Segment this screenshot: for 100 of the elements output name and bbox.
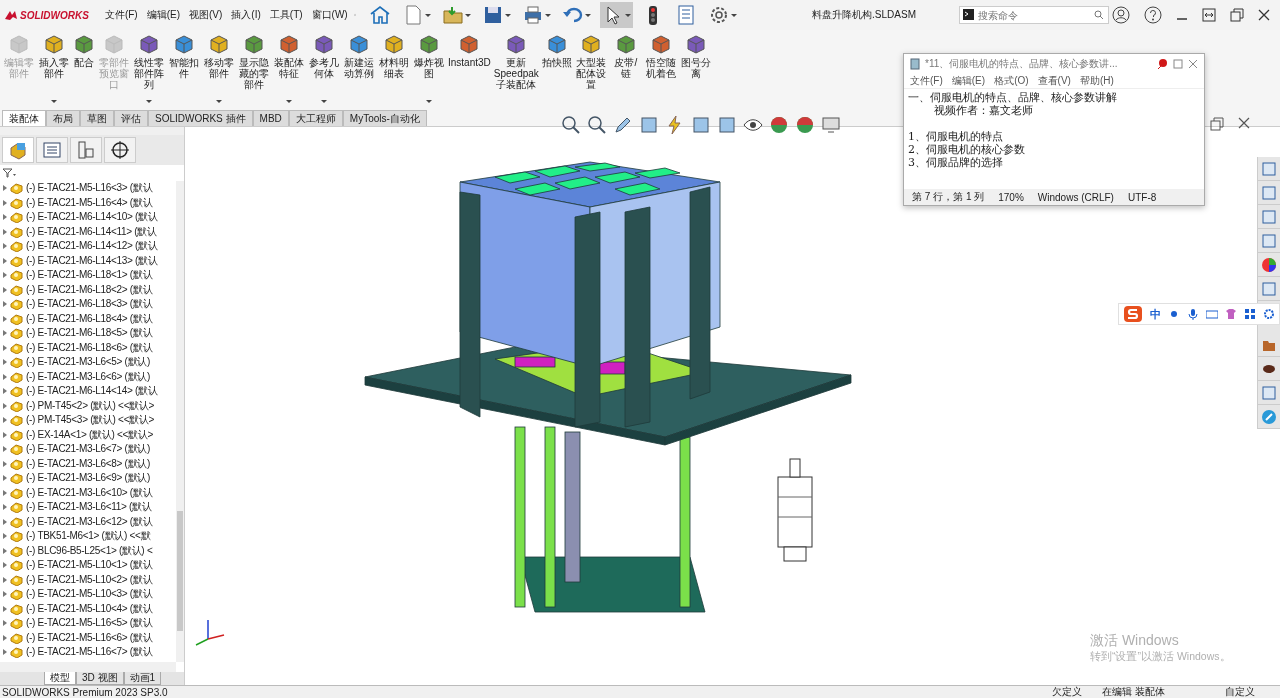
menu-item[interactable]: 工具(T) [266, 6, 306, 24]
color-wheel-icon[interactable] [1261, 256, 1277, 273]
menu-item[interactable]: 插入(I) [228, 6, 264, 24]
tree-item[interactable]: (-) E-TAC21-M5-L10<4> (默认 [26, 601, 153, 616]
ribbon-button[interactable]: 爆炸视图 [412, 33, 446, 105]
menu-item[interactable]: 编辑(E) [143, 6, 183, 24]
menu-item[interactable]: 编辑(E) [951, 74, 986, 88]
tree-item[interactable]: (-) E-TAC21-M5-L16<5> (默认 [26, 616, 153, 631]
command-tab[interactable]: MBD [252, 110, 289, 126]
ribbon-button[interactable]: 新建运动算例 [342, 33, 376, 105]
tree-item[interactable]: (-) EX-14A<1> (默认) <<默认> [26, 427, 153, 442]
expand-arrow-icon[interactable] [3, 649, 7, 656]
ribbon-button[interactable]: 配合 [72, 33, 96, 105]
caret-icon[interactable] [731, 13, 738, 17]
maximize-icon[interactable] [1173, 59, 1183, 69]
command-tab[interactable]: 评估 [114, 110, 148, 126]
tree-item[interactable]: (-) PM-T45<2> (默认) <<默认> [26, 398, 155, 413]
ribbon-button[interactable]: 线性零部件阵列 [132, 33, 166, 105]
split-view-icon[interactable] [1202, 8, 1216, 22]
menu-item[interactable]: 格式(O) [994, 74, 1029, 88]
tree-item[interactable]: (-) E-TAC21-M5-L16<3> (默认 [26, 181, 153, 196]
keyboard-icon[interactable] [1206, 308, 1218, 320]
sphere-icon[interactable] [795, 115, 815, 135]
tree-item[interactable]: (-) E-TAC21-M3-L6<9> (默认) [26, 471, 150, 486]
tree-item[interactable]: (-) E-TAC21-M3-L6<10> (默认 [26, 485, 153, 500]
ribbon-button[interactable]: 拍快照 [540, 33, 573, 105]
caret-icon[interactable] [425, 13, 432, 17]
view-tab[interactable]: 模型 [44, 672, 76, 685]
s-logo-icon[interactable] [1123, 305, 1143, 323]
help-icon[interactable] [1144, 6, 1162, 24]
tree-item[interactable]: (-) E-TAC21-M5-L10<3> (默认 [26, 587, 153, 602]
view-tab[interactable]: 3D 视图 [76, 672, 124, 685]
ribbon-button[interactable]: 图号分离 [678, 33, 713, 105]
restore-icon[interactable] [1210, 117, 1224, 131]
tree-item[interactable]: (-) TBK51-M6<1> (默认) <<默 [26, 529, 151, 544]
tree-item[interactable]: (-) E-TAC21-M5-L16<6> (默认 [26, 630, 153, 645]
ribbon-button[interactable]: 移动零部件 [202, 33, 236, 105]
tree-item[interactable]: (-) E-TAC21-M6-L18<6> (默认 [26, 340, 153, 355]
monitor-icon[interactable] [821, 115, 841, 135]
close-icon[interactable] [1238, 117, 1250, 129]
scrollbar-thumb[interactable] [177, 511, 183, 631]
tree-item[interactable]: (-) E-TAC21-M3-L6<12> (默认 [26, 514, 153, 529]
account-icon[interactable] [1112, 6, 1130, 24]
tree-item[interactable]: (-) BLC96-B5-L25<1> (默认) < [26, 543, 153, 558]
pencil-icon[interactable] [613, 115, 633, 135]
caret-icon[interactable] [545, 13, 552, 17]
caret-icon[interactable] [505, 13, 512, 17]
tree-item[interactable]: (-) E-TAC21-M6-L18<3> (默认 [26, 297, 153, 312]
tree-item[interactable]: (-) E-TAC21-M6-L14<12> (默认 [26, 239, 158, 254]
tree-item[interactable]: (-) E-TAC21-M5-L10<1> (默认 [26, 558, 153, 573]
tree-item[interactable]: (-) E-TAC21-M5-L16<7> (默认 [26, 645, 153, 660]
vertical-scrollbar[interactable] [176, 181, 184, 662]
tree-item[interactable]: (-) E-TAC21-M5-L16<4> (默认 [26, 195, 153, 210]
tree-item[interactable]: (-) E-TAC21-M3-L6<6> (默认) [26, 369, 150, 384]
tree-item[interactable]: (-) E-TAC21-M3-L6<11> (默认 [26, 500, 152, 515]
ribbon-button[interactable]: 材料明细表 [377, 33, 411, 105]
tree-item[interactable]: (-) E-TAC21-M6-L14<11> (默认 [26, 224, 157, 239]
tree-item[interactable]: (-) PM-T45<3> (默认) <<默认> [26, 413, 155, 428]
ribbon-button[interactable]: Instant3D [447, 33, 492, 105]
settings-icon[interactable] [1263, 308, 1275, 320]
menu-item[interactable]: 帮助(H) [1079, 74, 1114, 88]
caret-icon[interactable] [625, 13, 632, 17]
tree-item[interactable]: (-) E-TAC21-M6-L18<5> (默认 [26, 326, 153, 341]
restore-icon[interactable] [1230, 8, 1244, 22]
ribbon-button[interactable]: 显示隐藏的零部件 [237, 33, 271, 105]
ribbon-button[interactable]: 悟空随机着色 [643, 33, 678, 105]
tree-item[interactable]: (-) E-TAC21-M3-L6<8> (默认) [26, 456, 150, 471]
command-tab[interactable]: 草图 [80, 110, 114, 126]
tree-item[interactable]: (-) E-TAC21-M5-L10<2> (默认 [26, 572, 153, 587]
input-mode-toggle[interactable]: 中 [1150, 306, 1161, 322]
tree-item[interactable]: (-) E-TAC21-M6-L18<2> (默认 [26, 282, 153, 297]
apps-icon[interactable] [1244, 308, 1256, 320]
property-list-icon[interactable] [42, 140, 62, 160]
search-icon[interactable] [1094, 10, 1104, 20]
sphere-icon[interactable] [769, 115, 789, 135]
tree-item[interactable]: (-) E-TAC21-M6-L14<10> (默认 [26, 210, 158, 225]
zoom-icon[interactable] [561, 115, 581, 135]
tree-item[interactable]: (-) E-TAC21-M3-L6<7> (默认) [26, 442, 150, 457]
zoom-area-icon[interactable] [587, 115, 607, 135]
command-tab[interactable]: 装配体 [2, 110, 46, 126]
menu-item[interactable]: 窗口(W) [308, 6, 351, 24]
shirt-icon[interactable] [1225, 308, 1237, 320]
configuration-icon[interactable] [76, 140, 96, 160]
caret-icon[interactable] [465, 13, 472, 17]
ribbon-button[interactable]: 装配体特征 [272, 33, 306, 105]
feature-tree-icon[interactable] [8, 140, 28, 160]
command-tab[interactable]: 大工程师 [288, 110, 343, 126]
tree-item[interactable]: (-) E-TAC21-M3-L6<5> (默认) [26, 355, 150, 370]
command-tab[interactable]: 布局 [46, 110, 80, 126]
tree-item[interactable]: (-) E-TAC21-M6-L14<14> (默认 [26, 384, 158, 399]
filter-icon[interactable] [2, 168, 16, 178]
command-tab[interactable]: MyTools-自动化 [342, 110, 427, 126]
tree-item[interactable]: (-) E-TAC21-M6-L14<13> (默认 [26, 253, 158, 268]
close-icon[interactable] [1258, 9, 1270, 21]
ribbon-button[interactable]: 参考几何体 [307, 33, 341, 105]
ribbon-button[interactable]: 更新Speedpak子装配体 [492, 33, 540, 105]
caret-icon[interactable] [585, 13, 592, 17]
tree-item[interactable]: (-) E-TAC21-M6-L18<1> (默认 [26, 268, 153, 283]
ribbon-button[interactable]: 大型装配体设置 [573, 33, 608, 105]
link-icon[interactable] [1261, 408, 1277, 425]
